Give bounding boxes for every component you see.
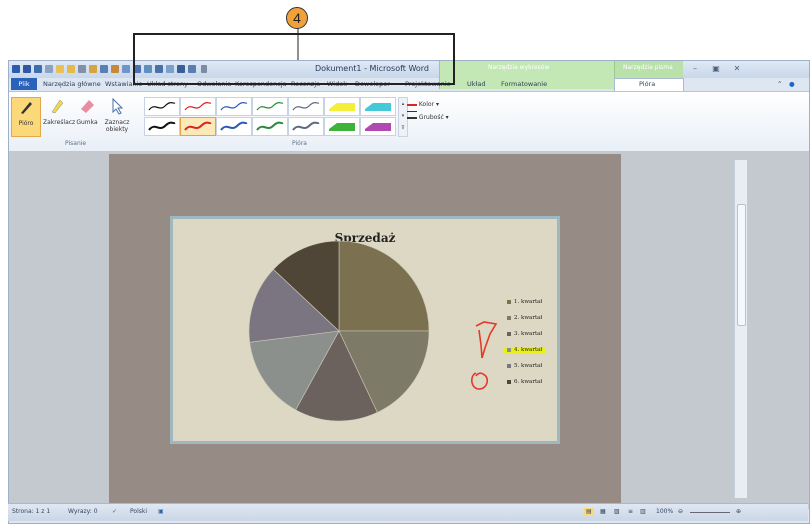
vertical-scrollbar[interactable]	[734, 160, 747, 498]
scroll-thumb[interactable]	[737, 204, 746, 326]
view-full-screen-icon[interactable]: ▦	[600, 508, 606, 515]
macro-icon[interactable]: ▣	[158, 508, 164, 515]
page-count[interactable]: Strona: 1 z 1	[12, 508, 50, 515]
status-bar: Strona: 1 z 1 Wyrazy: 0 ✓ Polski ▣ ▤ ▦ ▧…	[8, 503, 808, 521]
view-draft-icon[interactable]: ▥	[640, 508, 646, 515]
view-outline-icon[interactable]: ≡	[628, 508, 633, 515]
ink-annotations	[471, 321, 498, 390]
view-web-icon[interactable]: ▧	[614, 508, 620, 515]
zoom-level[interactable]: 100%	[656, 508, 673, 515]
view-print-layout-icon[interactable]: ▤	[584, 508, 594, 515]
spelling-status-icon[interactable]: ✓	[112, 508, 117, 515]
zoom-in-icon[interactable]: ⊕	[736, 508, 741, 515]
language[interactable]: Polski	[130, 508, 147, 515]
zoom-slider[interactable]	[690, 508, 730, 513]
word-count[interactable]: Wyrazy: 0	[68, 508, 98, 515]
zoom-out-icon[interactable]: ⊖	[678, 508, 683, 515]
